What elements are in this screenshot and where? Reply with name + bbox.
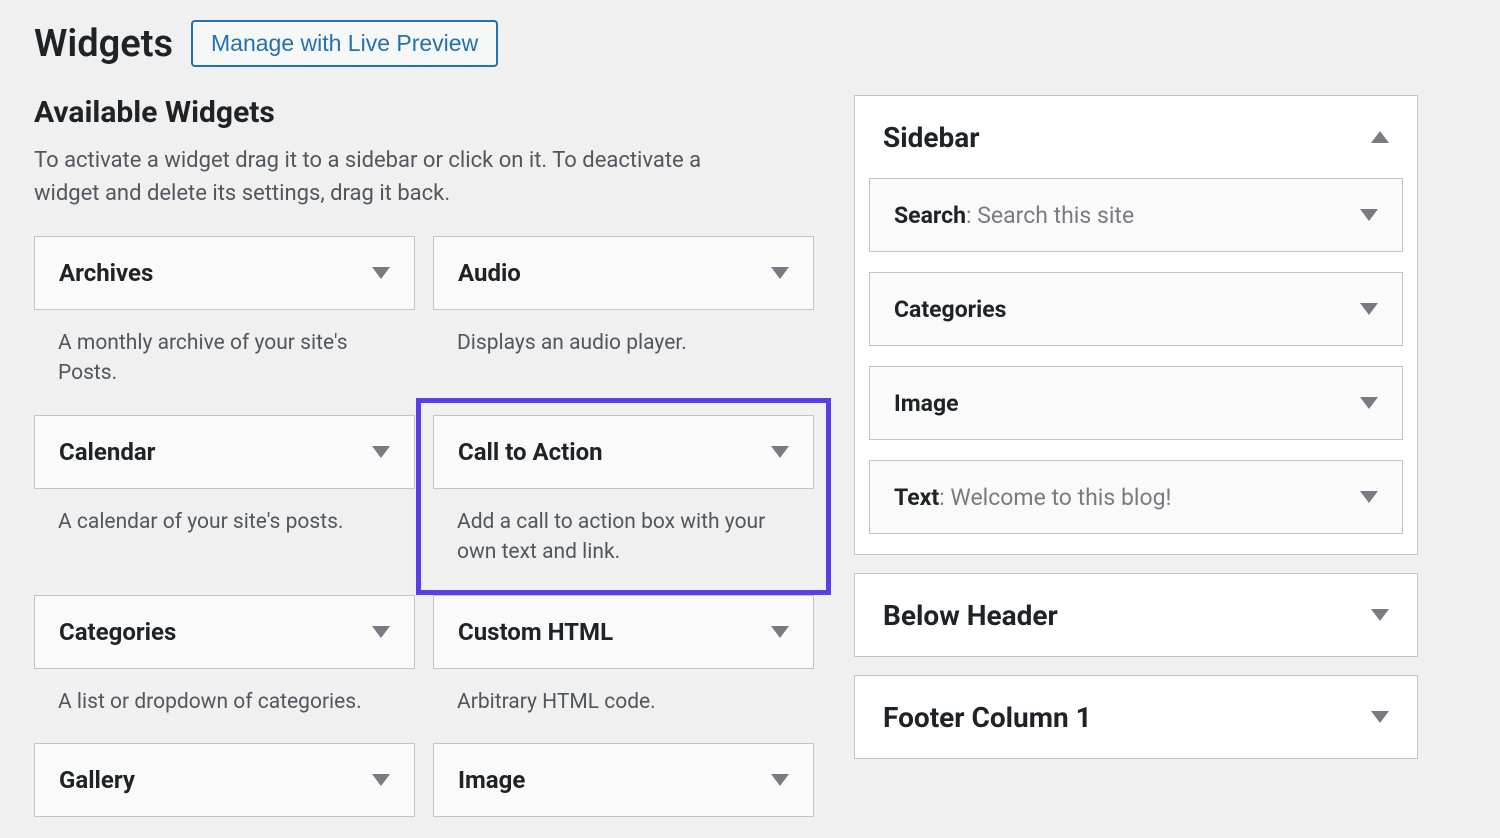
widget-chip-label: Archives (59, 259, 153, 287)
sidebar-widget-image[interactable]: Image (869, 366, 1403, 440)
widget-chip-desc: A monthly archive of your site's Posts. (34, 310, 415, 415)
widget-chip-desc: A list or dropdown of categories. (34, 669, 415, 743)
widget-chip-desc: A calendar of your site's posts. (34, 489, 415, 563)
available-widgets-desc: To activate a widget drag it to a sideba… (34, 144, 734, 210)
widget-chip-custom-html[interactable]: Custom HTML (433, 595, 814, 669)
chevron-down-icon (771, 626, 789, 638)
area-widget-name: Image (894, 390, 959, 417)
widget-chip-image[interactable]: Image (433, 743, 814, 817)
sidebar-widget-text[interactable]: Text: Welcome to this blog! (869, 460, 1403, 534)
widget-chip-label: Categories (59, 618, 176, 646)
area-widget-name: Search (894, 202, 966, 229)
widget-area-header-below-header[interactable]: Below Header (855, 574, 1417, 656)
widget-chip-call-to-action[interactable]: Call to Action (433, 415, 814, 489)
chevron-down-icon (1360, 397, 1378, 409)
area-widget-name: Text (894, 484, 939, 511)
chevron-down-icon (771, 267, 789, 279)
widget-area-footer-1: Footer Column 1 (854, 675, 1418, 759)
widget-area-header-footer-1[interactable]: Footer Column 1 (855, 676, 1417, 758)
area-widget-sub: : Welcome to this blog! (939, 484, 1171, 511)
widget-chip-desc: Arbitrary HTML code. (433, 669, 814, 743)
chevron-down-icon (1360, 303, 1378, 315)
widget-area-header-sidebar[interactable]: Sidebar (855, 96, 1417, 178)
widget-area-title: Sidebar (883, 121, 980, 154)
chevron-down-icon (372, 446, 390, 458)
widget-area-title: Below Header (883, 599, 1058, 632)
chevron-up-icon (1371, 131, 1389, 143)
widget-chip-label: Call to Action (458, 438, 603, 466)
chevron-down-icon (1360, 491, 1378, 503)
area-widget-sub: : Search this site (966, 202, 1134, 229)
chevron-down-icon (1371, 711, 1389, 723)
widget-chip-archives[interactable]: Archives (34, 236, 415, 310)
widget-chip-desc: Displays an audio player. (433, 310, 814, 384)
widget-area-sidebar: Sidebar Search: Search this site Categor… (854, 95, 1418, 555)
chevron-down-icon (1371, 609, 1389, 621)
widget-area-title: Footer Column 1 (883, 701, 1092, 734)
widget-chip-label: Calendar (59, 438, 155, 466)
highlight-call-to-action: Call to Action Add a call to action box … (416, 398, 831, 595)
chevron-down-icon (771, 446, 789, 458)
area-widget-name: Categories (894, 296, 1006, 323)
widget-chip-label: Custom HTML (458, 618, 613, 646)
widget-chip-label: Audio (458, 259, 521, 287)
widget-chip-gallery[interactable]: Gallery (34, 743, 415, 817)
chevron-down-icon (372, 774, 390, 786)
chevron-down-icon (372, 267, 390, 279)
page-title: Widgets (34, 22, 173, 66)
widget-area-below-header: Below Header (854, 573, 1418, 657)
chevron-down-icon (1360, 209, 1378, 221)
chevron-down-icon (771, 774, 789, 786)
widget-chip-calendar[interactable]: Calendar (34, 415, 415, 489)
widget-chip-label: Gallery (59, 766, 135, 794)
manage-live-preview-button[interactable]: Manage with Live Preview (191, 20, 498, 67)
widget-chip-label: Image (458, 766, 525, 794)
widget-chip-desc: Add a call to action box with your own t… (433, 489, 814, 578)
chevron-down-icon (372, 626, 390, 638)
widget-chip-categories[interactable]: Categories (34, 595, 415, 669)
sidebar-widget-search[interactable]: Search: Search this site (869, 178, 1403, 252)
available-widgets-heading: Available Widgets (34, 95, 814, 130)
widget-chip-audio[interactable]: Audio (433, 236, 814, 310)
sidebar-widget-categories[interactable]: Categories (869, 272, 1403, 346)
